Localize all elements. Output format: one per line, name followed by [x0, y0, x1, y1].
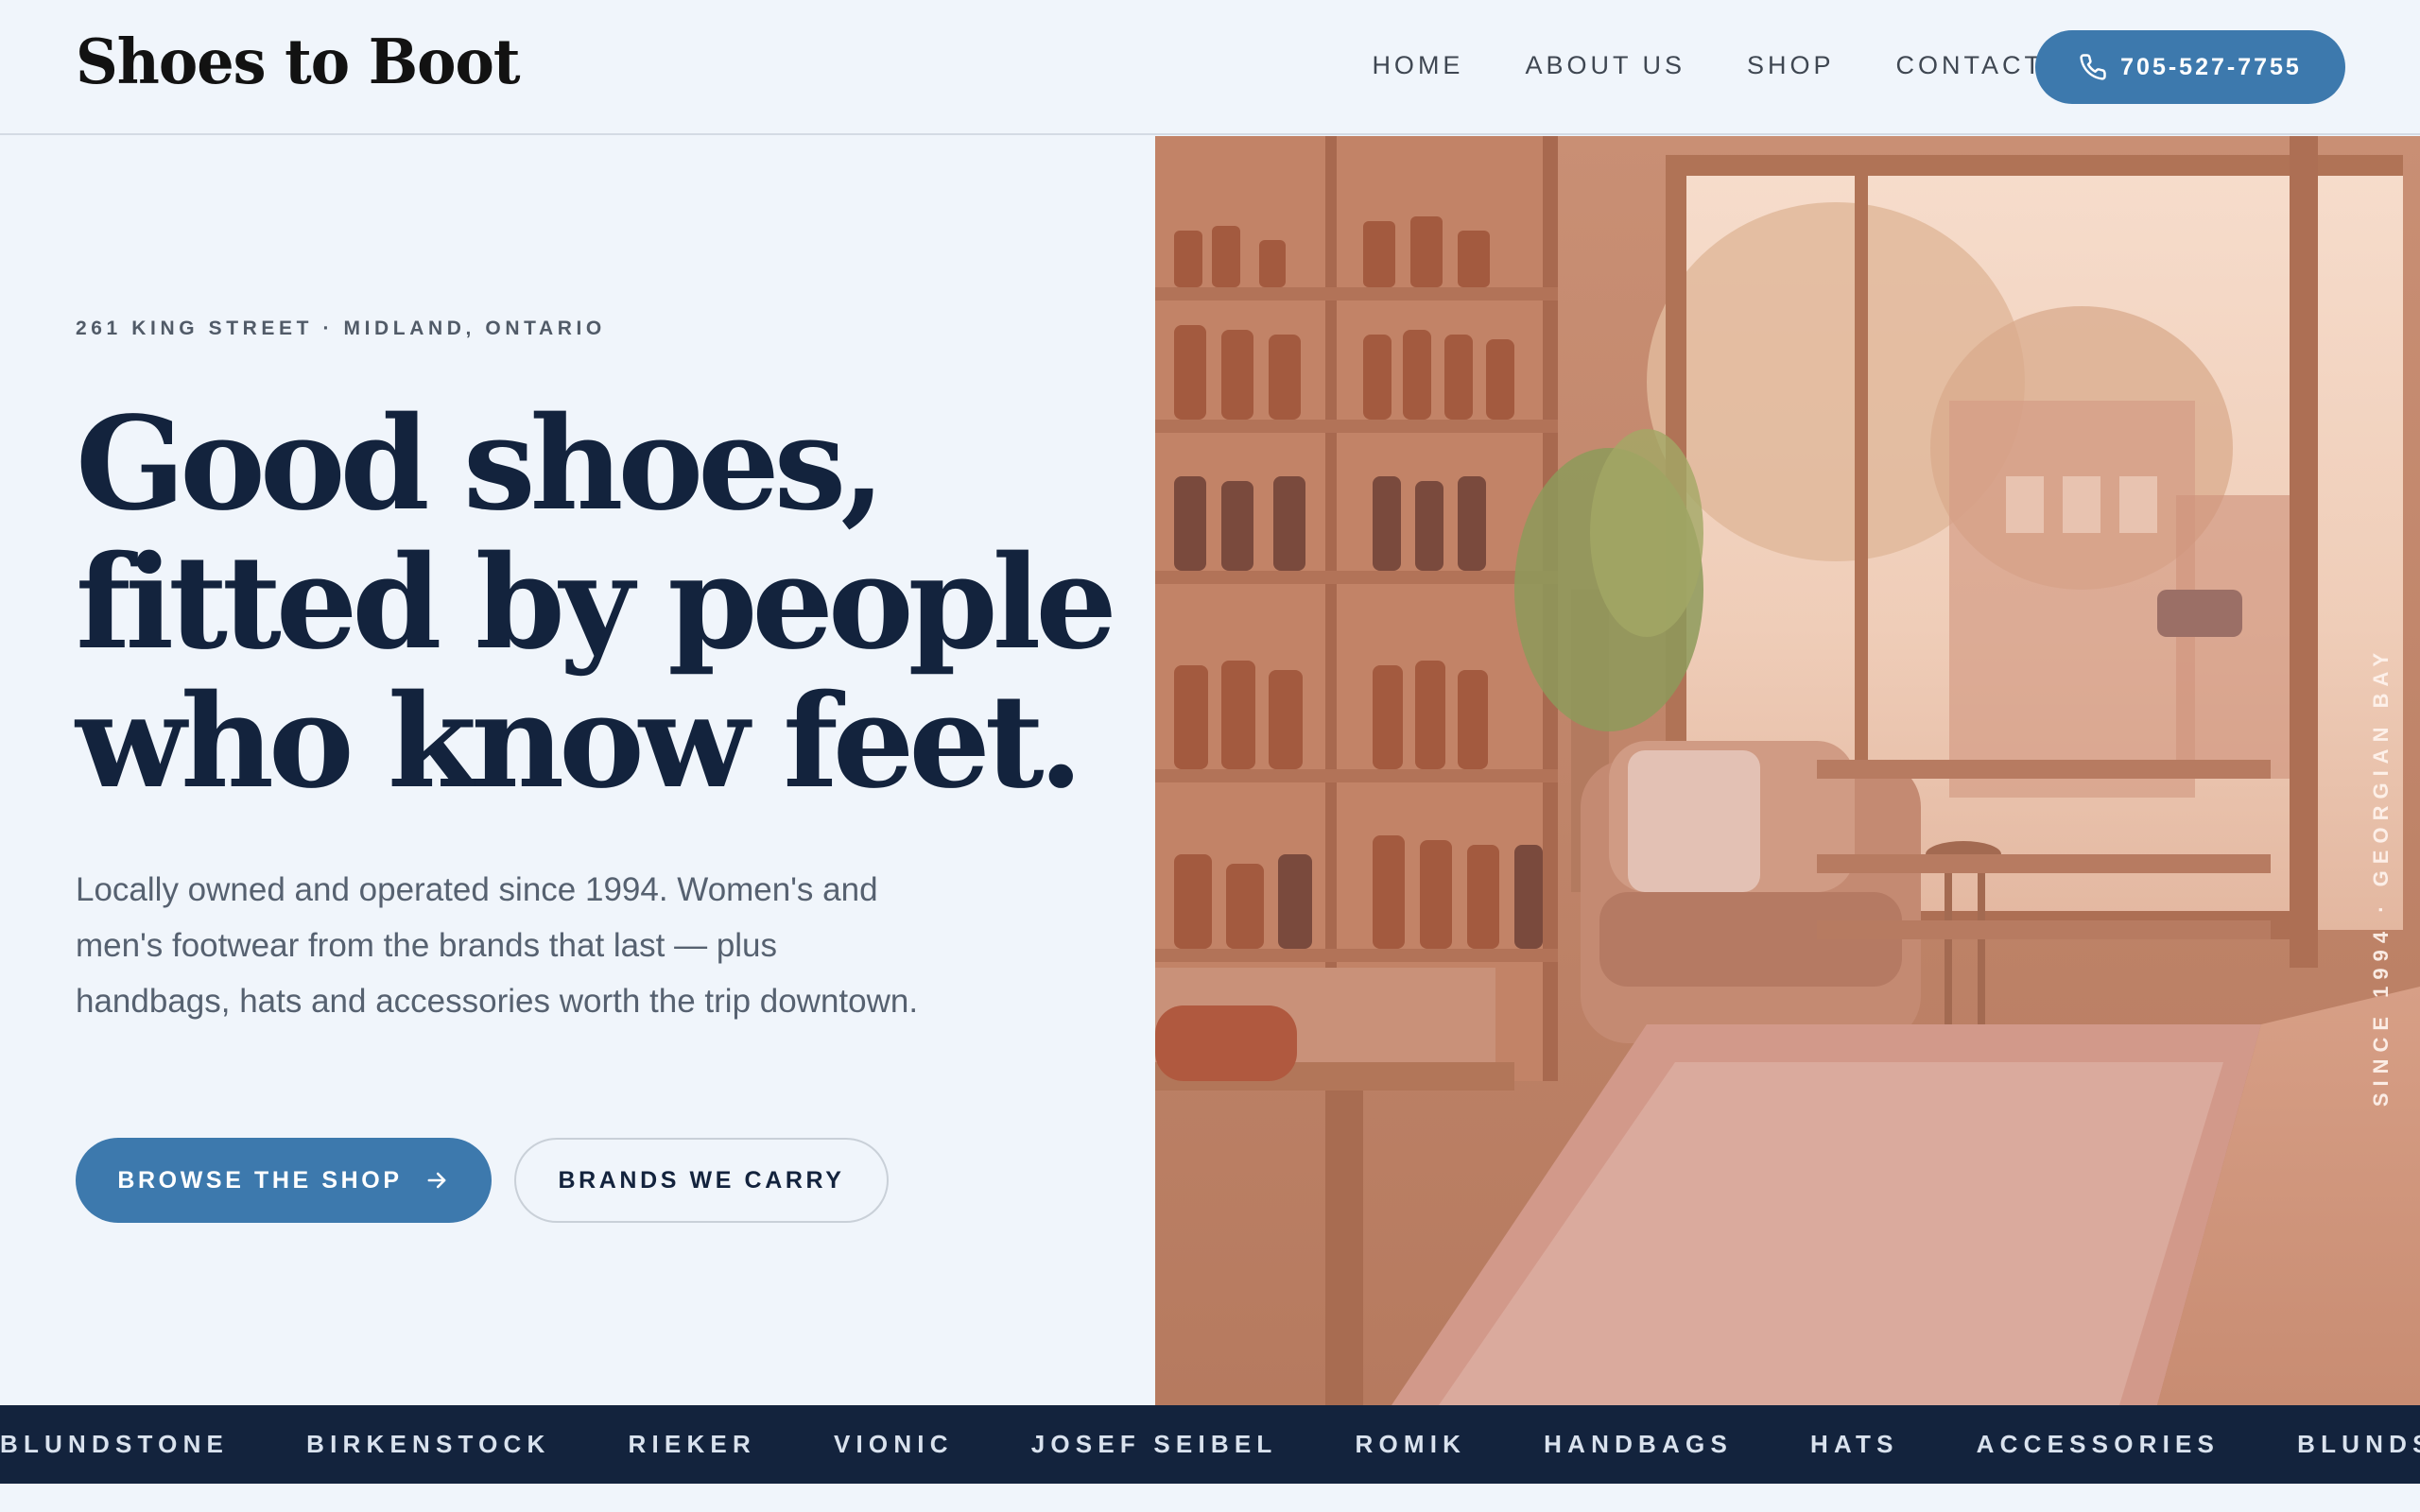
store-address: 261 KING STREET · MIDLAND, ONTARIO: [76, 318, 606, 339]
nav-shop[interactable]: SHOP: [1747, 47, 1835, 83]
nav-home[interactable]: HOME: [1372, 47, 1463, 83]
phone-button[interactable]: 705-527-7755: [2035, 30, 2345, 104]
marquee-track: BLUNDSTONE BIRKENSTOCK RIEKER VIONIC JOS…: [0, 1405, 2420, 1484]
brands-button[interactable]: BRANDS WE CARRY: [514, 1138, 889, 1223]
arrow-right-icon: [427, 1172, 446, 1189]
marquee-item-vionic: VIONIC: [833, 1430, 954, 1458]
marquee-item-accessories: ACCESSORIES: [1976, 1430, 2221, 1458]
browse-shop-button[interactable]: BROWSE THE SHOP: [76, 1138, 492, 1223]
store-interior-illustration: [1155, 136, 2420, 1405]
site-header: Shoes to Boot HOME ABOUT US SHOP CONTACT…: [0, 0, 2420, 135]
brand-marquee: BLUNDSTONE BIRKENSTOCK RIEKER VIONIC JOS…: [0, 1405, 2420, 1484]
phone-number: 705-527-7755: [2120, 53, 2302, 80]
phone-icon: [2080, 54, 2106, 80]
marquee-item-handbags: HANDBAGS: [1544, 1430, 1733, 1458]
marquee-item-blundstone-repeat: BLUNDSTONE: [2297, 1430, 2420, 1458]
nav-about-us[interactable]: ABOUT US: [1525, 47, 1685, 83]
marquee-item-romik: ROMIK: [1355, 1430, 1467, 1458]
marquee-item-blundstone: BLUNDSTONE: [0, 1430, 230, 1458]
marquee-item-rieker: RIEKER: [628, 1430, 756, 1458]
nav-contact[interactable]: CONTACT: [1896, 47, 2045, 83]
store-interior-photo: SINCE 1994 · GEORGIAN BAY: [1155, 136, 2420, 1405]
marquee-item-josef-seibel: JOSEF SEIBEL: [1030, 1430, 1278, 1458]
headline-line-2: fitted by people: [76, 527, 1117, 679]
headline-line-1: Good shoes,: [76, 388, 886, 540]
marquee-item-birkenstock: BIRKENSTOCK: [306, 1430, 551, 1458]
browse-shop-label: BROWSE THE SHOP: [117, 1166, 403, 1194]
main-nav: HOME ABOUT US SHOP CONTACT: [1310, 47, 2044, 83]
page-bottom-strip: [0, 1484, 2420, 1512]
hero-headline: Good shoes, fitted by people who know fe…: [76, 388, 1117, 817]
since-1994-tag: SINCE 1994 · GEORGIAN BAY: [2369, 646, 2393, 1108]
marquee-item-hats: HATS: [1809, 1430, 1899, 1458]
headline-line-3: who know feet.: [76, 666, 1083, 817]
site-logo[interactable]: Shoes to Boot: [76, 26, 520, 98]
hero-description: Locally owned and operated since 1994. W…: [76, 871, 919, 1020]
